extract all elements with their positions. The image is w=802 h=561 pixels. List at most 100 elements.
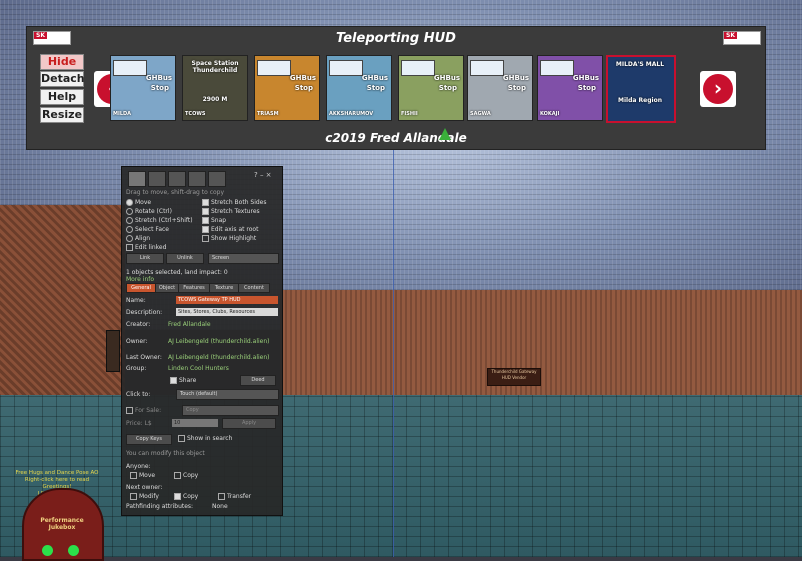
tab-features[interactable]: Features <box>178 283 210 293</box>
modify-note: You can modify this object <box>126 450 205 457</box>
anyone-move-checkbox[interactable]: Move <box>130 472 155 479</box>
detach-button[interactable]: Detach <box>40 71 85 87</box>
create-tool-icon[interactable] <box>188 171 206 187</box>
description-field[interactable]: Sites, Stores, Clubs, Resources <box>176 308 278 316</box>
copy-keys-button[interactable]: Copy Keys <box>126 434 172 445</box>
destination-thumbnail[interactable]: Space Station Thunderchild 2900 M TCOWS <box>182 55 248 121</box>
edit-linked-checkbox[interactable]: Edit linked <box>126 244 166 251</box>
next-transfer-checkbox[interactable]: Transfer <box>218 493 251 500</box>
description-label: Description: <box>126 309 163 316</box>
link-button[interactable]: Link <box>126 253 164 264</box>
deed-button[interactable]: Deed <box>240 375 276 386</box>
owner-value[interactable]: AJ Leibengeld (thunderchild.alien) <box>168 338 270 345</box>
name-label: Name: <box>126 297 146 304</box>
creator-value[interactable]: Fred Allandale <box>168 321 211 328</box>
anyone-label: Anyone: <box>126 463 151 470</box>
tab-general[interactable]: General <box>126 283 156 293</box>
edit-axis-root-checkbox[interactable]: Edit axis at root <box>202 226 258 233</box>
tab-object[interactable]: Object <box>155 283 179 293</box>
hide-button[interactable]: Hide <box>40 54 84 70</box>
destination-thumbnail[interactable]: GHBus Stop AKKSHARUMOV <box>326 55 392 121</box>
pathfinding-value: None <box>212 503 228 510</box>
share-checkbox[interactable]: Share <box>170 377 196 384</box>
sale-type-select[interactable]: Copy <box>182 405 279 416</box>
for-sale-checkbox[interactable]: For Sale: <box>126 407 161 414</box>
jukebox-button-right[interactable] <box>68 545 79 556</box>
hud-copyright: c2019 Fred Allandale <box>325 131 467 145</box>
thumb-line1: GHBus <box>289 74 316 82</box>
thumb-line2: Stop <box>150 84 169 92</box>
jukebox-button-left[interactable] <box>42 545 53 556</box>
tab-texture[interactable]: Texture <box>209 283 239 293</box>
next-page-button[interactable]: › <box>700 71 736 107</box>
unlink-button[interactable]: Unlink <box>166 253 204 264</box>
bus-icon <box>540 60 574 76</box>
next-owner-label: Next owner: <box>126 484 163 491</box>
edit-tool-icon[interactable] <box>168 171 186 187</box>
stretch-textures-checkbox[interactable]: Stretch Textures <box>202 208 260 215</box>
group-value[interactable]: Linden Cool Hunters <box>168 365 229 372</box>
thumb-place: TRIASM <box>257 111 279 117</box>
thumb-line2: Milda Region <box>618 97 662 104</box>
last-owner-value[interactable]: AJ Leibengeld (thunderchild.alien) <box>168 354 270 361</box>
thumb-place: AKKSHARUMOV <box>329 111 374 117</box>
jukebox-label: Performance Jukebox <box>40 517 84 531</box>
mode-select-face[interactable]: Select Face <box>126 226 169 233</box>
click-action-select[interactable]: Touch (default) <box>176 389 279 400</box>
destination-thumbnail[interactable]: GHBus Stop SAGWA <box>467 55 533 121</box>
bus-icon <box>401 60 435 76</box>
thumb-line1: GHBus <box>361 74 388 82</box>
show-highlight-checkbox[interactable]: Show Highlight <box>202 235 256 242</box>
group-label: Group: <box>126 365 147 372</box>
thumb-line1: GHBus <box>145 74 172 82</box>
thumb-line2: Stop <box>438 84 457 92</box>
mode-stretch[interactable]: Stretch (Ctrl+Shift) <box>126 217 193 224</box>
mode-move[interactable]: Move <box>126 199 151 206</box>
more-info-link[interactable]: More info <box>126 276 154 283</box>
wall-vendor-panel[interactable] <box>106 330 120 372</box>
mode-rotate[interactable]: Rotate (Ctrl) <box>126 208 172 215</box>
destination-thumbnail[interactable]: GHBus Stop TRIASM <box>254 55 320 121</box>
name-field[interactable]: TCOWS Gateway TP HUD <box>176 296 278 304</box>
thumb-place: SAGWA <box>470 111 491 117</box>
thumb-line2: Stop <box>507 84 526 92</box>
help-button[interactable]: Help <box>40 89 84 105</box>
destination-thumbnail[interactable]: GHBus Stop KOKAJI <box>537 55 603 121</box>
thumb-line1: GHBus <box>502 74 529 82</box>
price-field[interactable]: 10 <box>172 419 218 427</box>
thumb-line2: Stop <box>366 84 385 92</box>
ruler-select[interactable]: Screen <box>208 253 279 264</box>
apply-button[interactable]: Apply <box>222 418 276 429</box>
next-modify-checkbox[interactable]: Modify <box>130 493 159 500</box>
thumb-place: FISHII <box>401 111 418 117</box>
selection-axis-line <box>393 150 394 557</box>
bus-icon <box>113 60 147 76</box>
next-copy-checkbox[interactable]: Copy <box>174 493 198 500</box>
thumb-place: MILDA <box>113 111 132 117</box>
focus-tool-icon[interactable] <box>128 171 146 187</box>
mode-align[interactable]: Align <box>126 235 150 242</box>
move-tool-icon[interactable] <box>148 171 166 187</box>
chevron-right-icon: › <box>703 74 733 104</box>
wall-sign[interactable]: Thunderchild Gateway HUD Vendor <box>487 368 541 386</box>
anyone-copy-checkbox[interactable]: Copy <box>174 472 198 479</box>
owner-label: Owner: <box>126 338 148 345</box>
destination-thumbnail[interactable]: GHBus Stop FISHII <box>398 55 464 121</box>
back-brick-wall <box>280 290 802 410</box>
bus-icon <box>470 60 504 76</box>
thumb-line2: 2900 M <box>202 96 228 103</box>
thumb-line1: GHBus <box>572 74 599 82</box>
stretch-both-sides-checkbox[interactable]: Stretch Both Sides <box>202 199 267 206</box>
destination-thumbnail[interactable]: MILDA'S MALL Milda Region <box>606 55 676 123</box>
help-close-icon[interactable]: ? – × <box>254 171 272 179</box>
thumb-line1: Space Station Thunderchild <box>191 60 239 74</box>
tab-content[interactable]: Content <box>238 283 270 293</box>
destination-thumbnail[interactable]: GHBus Stop MILDA <box>110 55 176 121</box>
land-tool-icon[interactable] <box>208 171 226 187</box>
resize-button[interactable]: Resize <box>40 107 84 123</box>
snap-checkbox[interactable]: Snap <box>202 217 226 224</box>
jukebox-object[interactable]: Performance Jukebox <box>22 488 104 561</box>
creator-label: Creator: <box>126 321 151 328</box>
teleporting-hud: SK SK Teleporting HUD Hide Detach Help R… <box>26 26 766 150</box>
show-in-search-checkbox[interactable]: Show in search <box>178 435 232 442</box>
